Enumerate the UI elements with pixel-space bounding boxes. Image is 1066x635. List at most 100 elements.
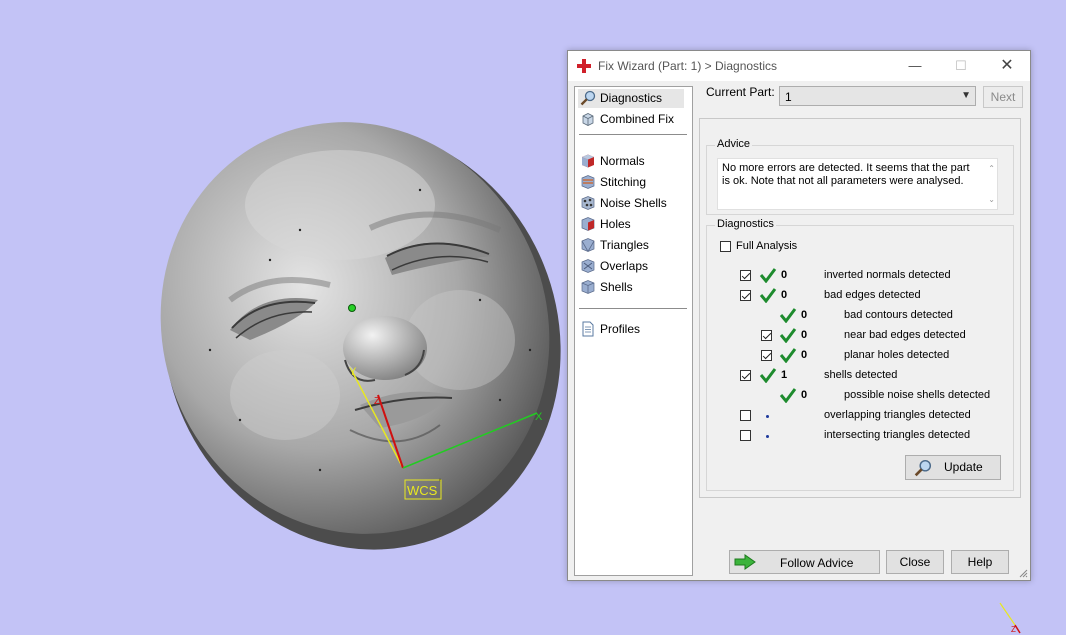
combined-fix-icon [582,113,594,126]
pending-dot-icon [766,435,769,438]
noise-shells-label: possible noise shells detected [844,389,991,401]
nav-label: Profiles [600,322,641,336]
shells-count: 1 [781,369,788,381]
update-button[interactable]: Update [905,455,1001,480]
planar-holes-checkbox[interactable] [761,350,772,361]
shells-cube-icon [581,280,595,294]
full-analysis-label: Full Analysis [736,240,798,252]
next-button[interactable]: Next [983,86,1023,108]
check-icon [779,348,797,363]
nav-label: Diagnostics [600,91,663,105]
near-bad-edges-count: 0 [801,329,808,341]
nav-label: Stitching [600,175,647,189]
window-title: Fix Wizard (Part: 1) > Diagnostics [598,59,778,73]
intersecting-triangles-label: intersecting triangles detected [824,429,971,441]
diagnostics-title: Diagnostics [715,218,776,230]
update-label: Update [944,460,983,474]
near-bad-edges-checkbox[interactable] [761,330,772,341]
axis-y-label: Y [349,366,357,378]
full-analysis-checkbox[interactable] [720,241,731,252]
nav-label: Overlaps [600,259,649,273]
nav-separator [579,134,687,135]
nav-separator [579,308,687,309]
inverted-normals-count: 0 [781,269,788,281]
pending-dot-icon [766,415,769,418]
shells-checkbox[interactable] [740,370,751,381]
shells-label: shells detected [824,369,898,381]
current-part-label: Current Part: [706,85,775,99]
nav-item-overlaps[interactable]: Overlaps [578,257,652,276]
close-button[interactable]: Close [886,550,944,574]
bad-contours-count: 0 [801,309,808,321]
advice-title: Advice [715,138,753,150]
nav-item-stitching[interactable]: Stitching [578,173,650,192]
planar-holes-label: planar holes detected [844,349,950,361]
diagnostics-panel: Advice No more errors are detected. It s… [699,118,1021,498]
close-window-button[interactable]: ✕ [984,51,1030,81]
advice-text-box: No more errors are detected. It seems th… [717,158,998,210]
nav-label: Normals [600,154,645,168]
profiles-document-icon [582,321,594,337]
check-icon [759,268,777,283]
check-icon [759,288,777,303]
magnifier-icon [580,90,596,106]
resize-grip-icon[interactable] [1018,568,1028,578]
nav-label: Shells [600,280,633,294]
advice-group: Advice No more errors are detected. It s… [706,138,1014,215]
nav-item-diagnostics[interactable]: Diagnostics [578,89,684,108]
nav-item-noise-shells[interactable]: Noise Shells [578,194,671,213]
holes-cube-icon [581,217,595,231]
normals-cube-icon [582,154,594,168]
chevron-down-icon: ▼ [961,90,971,101]
current-part-value: 1 [785,90,792,104]
follow-advice-label: Follow Advice [780,556,854,570]
nav-item-profiles[interactable]: Profiles [578,320,644,339]
orientation-triad: Z [999,602,1021,634]
pivot-point [348,304,356,312]
fix-navigation-panel: Diagnostics Combined Fix Normals Stitchi… [574,86,693,576]
maximize-button[interactable]: ☐ [938,51,984,81]
face-model[interactable] [99,63,624,610]
inverted-normals-label: inverted normals detected [824,269,951,281]
wcs-label: WCS [407,483,438,498]
bad-edges-checkbox[interactable] [740,290,751,301]
nav-item-shells[interactable]: Shells [578,278,637,297]
bad-edges-count: 0 [781,289,788,301]
check-icon [779,308,797,323]
intersecting-triangles-checkbox[interactable] [740,430,751,441]
red-cross-icon [577,59,591,73]
scroll-down-icon[interactable]: ⌄ [988,193,995,206]
planar-holes-count: 0 [801,349,808,361]
check-icon [779,328,797,343]
noise-shells-icon [581,196,595,210]
minimize-button[interactable]: — [892,51,938,81]
inverted-normals-checkbox[interactable] [740,270,751,281]
fix-wizard-window: Fix Wizard (Part: 1) > Diagnostics — ☐ ✕… [567,50,1031,581]
axis-z-label: Z [374,396,380,407]
stitching-cube-icon [581,175,595,189]
nav-label: Noise Shells [600,196,667,210]
overlapping-triangles-label: overlapping triangles detected [824,409,971,421]
title-bar[interactable]: Fix Wizard (Part: 1) > Diagnostics — ☐ ✕ [568,51,1030,81]
advice-text: No more errors are detected. It seems th… [722,162,970,187]
nav-item-triangles[interactable]: Triangles [578,236,653,255]
help-button[interactable]: Help [951,550,1009,574]
nav-label: Combined Fix [600,112,675,126]
bad-edges-label: bad edges detected [824,289,921,301]
check-icon [759,368,777,383]
near-bad-edges-label: near bad edges detected [844,329,966,341]
current-part-dropdown[interactable]: 1 ▼ [779,86,976,106]
nav-item-holes[interactable]: Holes [578,215,635,234]
overlapping-triangles-checkbox[interactable] [740,410,751,421]
follow-advice-button[interactable]: Follow Advice [729,550,880,574]
magnifier-icon [914,459,932,477]
triangles-cube-icon [581,238,595,252]
nav-item-combined-fix[interactable]: Combined Fix [578,110,678,129]
nav-label: Holes [600,217,631,231]
diagnostics-group: Diagnostics Full Analysis 0 inverted nor… [706,218,1014,491]
overlaps-cube-icon [581,259,595,273]
nav-label: Triangles [600,238,649,252]
nav-item-normals[interactable]: Normals [578,152,649,171]
scroll-up-icon[interactable]: ⌃ [988,162,995,175]
axis-x-label: X [535,411,543,423]
